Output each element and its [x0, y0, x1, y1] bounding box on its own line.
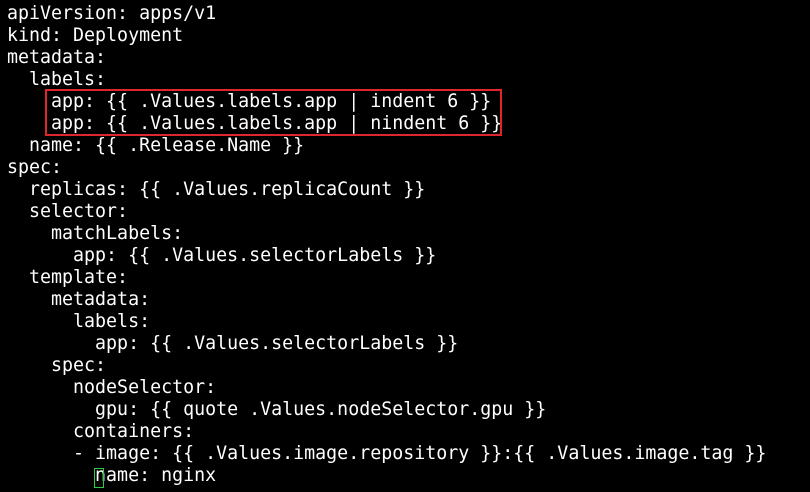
code-line-3: metadata: — [7, 47, 107, 68]
code-line-10: selector: — [7, 201, 129, 222]
terminal-window[interactable]: apiVersion: apps/v1 kind: Deployment met… — [0, 0, 810, 492]
code-line-20: containers: — [7, 421, 195, 442]
code-line-14: metadata: — [7, 289, 151, 310]
code-line-17: spec: — [7, 355, 107, 376]
code-line-18: nodeSelector: — [7, 377, 217, 398]
code-line-15: labels: — [7, 311, 151, 332]
code-line-22: name: nginx — [7, 465, 217, 486]
code-line-4: labels: — [7, 69, 107, 90]
code-line-8: spec: — [7, 157, 63, 178]
code-line-16: app: {{ .Values.selectorLabels }} — [7, 333, 459, 354]
code-line-11: matchLabels: — [7, 223, 184, 244]
code-line-9: replicas: {{ .Values.replicaCount }} — [7, 179, 426, 200]
code-line-1: apiVersion: apps/v1 — [7, 3, 217, 24]
highlight-box — [45, 89, 502, 136]
code-line-19: gpu: {{ quote .Values.nodeSelector.gpu }… — [7, 399, 547, 420]
code-line-7: name: {{ .Release.Name }} — [7, 135, 305, 156]
code-line-13: template: — [7, 267, 129, 288]
text-cursor — [94, 468, 104, 488]
code-line-12: app: {{ .Values.selectorLabels }} — [7, 245, 437, 266]
code-line-21: - image: {{ .Values.image.repository }}:… — [7, 443, 767, 464]
code-line-2: kind: Deployment — [7, 25, 184, 46]
